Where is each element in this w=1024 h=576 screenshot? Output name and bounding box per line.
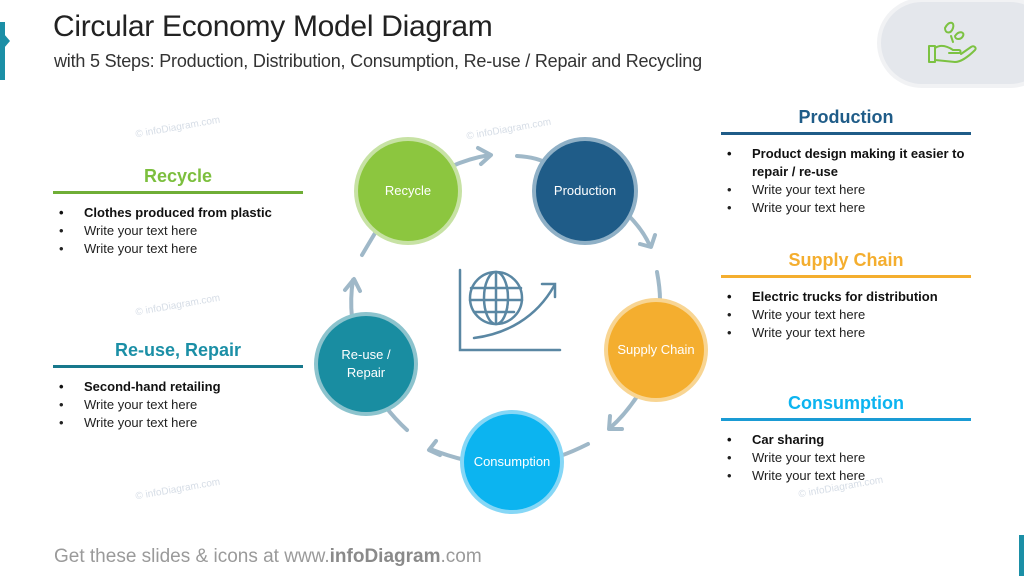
node-label-line2: Repair <box>346 365 386 380</box>
node-consumption: Consumption <box>464 414 560 510</box>
node-supply-chain: Supply Chain <box>608 302 704 398</box>
accent-bar-corner <box>1019 535 1024 576</box>
node-label: Supply Chain <box>617 342 695 357</box>
footer-credit: Get these slides & icons at www.infoDiag… <box>54 546 482 568</box>
arrowhead <box>427 439 442 457</box>
node-reuse-repair: Re-use / Repair <box>318 316 414 412</box>
arrow-connector <box>558 442 590 458</box>
arrow-supply-to-consumption <box>608 393 640 430</box>
arrow-production-to-supply <box>626 213 652 248</box>
arrow-reuse-to-recycle <box>349 278 355 320</box>
arrow-connector <box>655 270 662 302</box>
node-label: Recycle <box>384 183 432 198</box>
node-label-line1: Re-use / <box>341 347 391 362</box>
global-growth-icon <box>458 268 562 352</box>
node-production: Production <box>536 141 634 241</box>
node-label: Consumption <box>473 454 551 469</box>
node-label: Production <box>553 183 617 198</box>
footer-suffix: .com <box>440 546 482 567</box>
node-recycle: Recycle <box>358 141 458 241</box>
footer-prefix: Get these slides & icons at www. <box>54 546 330 567</box>
footer-brand: infoDiagram <box>329 546 441 567</box>
arrow-connector <box>383 404 409 432</box>
